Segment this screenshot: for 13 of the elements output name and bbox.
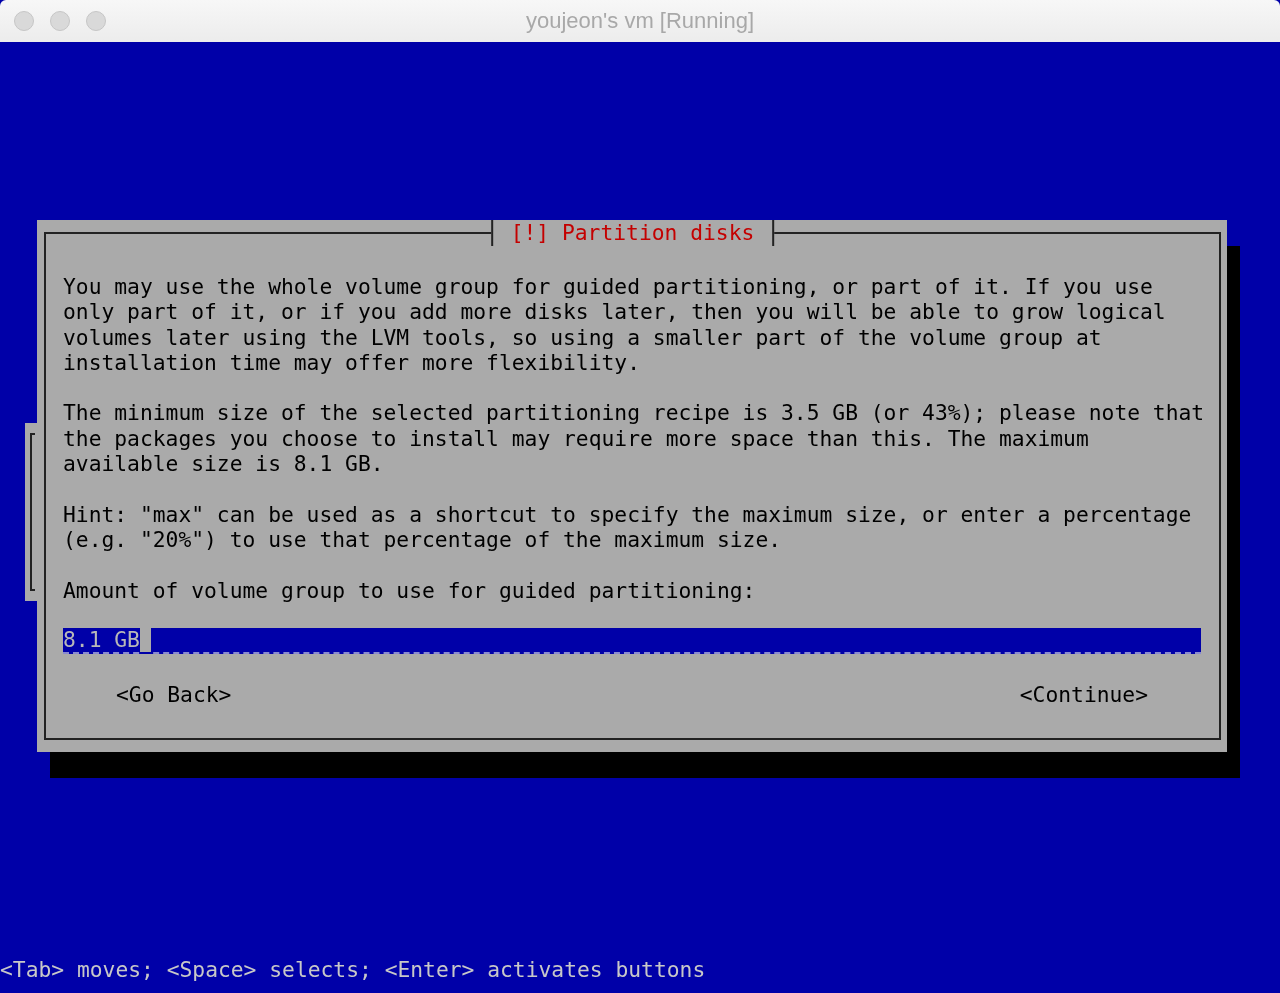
window-title: youjeon's vm [Running] bbox=[526, 8, 754, 34]
dialog-button[interactable]: <Go Back> bbox=[116, 681, 232, 708]
minimize-button[interactable] bbox=[50, 11, 70, 31]
zoom-button[interactable] bbox=[86, 11, 106, 31]
close-button[interactable] bbox=[14, 11, 34, 31]
dialog-paragraph: You may use the whole volume group for guided partitioning, or part of it. If you use only part of it, or if you add more disks later, then you will be able to grow logical volumes later using the LVM tools, so using a smaller part of the volume group at installation time may offer more flexibility. bbox=[63, 274, 1167, 376]
dialog-title: [!] Partition disks bbox=[490, 220, 775, 246]
dialog-button[interactable]: <Continue> bbox=[1019, 681, 1148, 708]
input-prompt: Amount of volume group to use for guided partitioning: bbox=[63, 577, 757, 603]
dialog-paragraph: Hint: "max" can be used as a shortcut to specify the maximum size, or enter a percentage (e.g. "20%") to use that percentage of the maximum size. bbox=[63, 501, 1193, 553]
input-field[interactable]: 8.1 GB bbox=[63, 627, 1201, 654]
help-line: <Tab> moves; <Space> selects; <Enter> activates buttons bbox=[0, 957, 707, 983]
dialog-paragraph: The minimum size of the selected partitioning recipe is 3.5 GB (or 43%); please note that the packages you choose to install may require more space than this. The maximum available size is 8.1 GB. bbox=[63, 400, 1201, 477]
